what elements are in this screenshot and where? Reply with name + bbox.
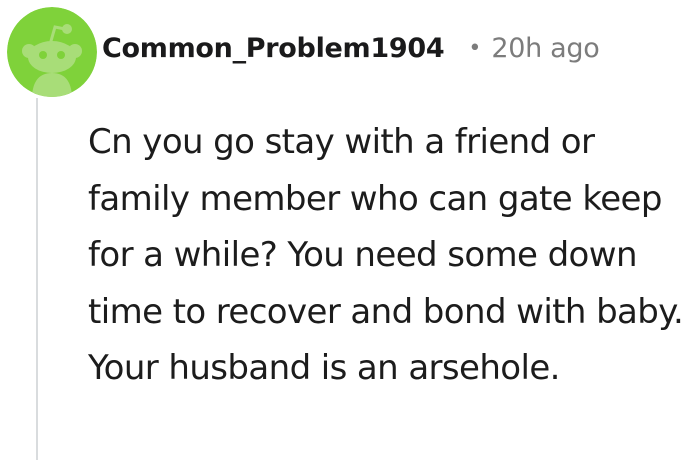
- comment-body: Cn you go stay with a friend or family m…: [88, 122, 684, 388]
- author-username[interactable]: Common_Problem1904: [102, 33, 445, 64]
- comment: Common_Problem1904 • 20h ago Cn you go s…: [0, 0, 700, 460]
- separator-dot: •: [468, 35, 482, 61]
- avatar[interactable]: [7, 7, 97, 97]
- comment-timestamp[interactable]: 20h ago: [491, 33, 599, 64]
- thread-line[interactable]: [36, 98, 38, 460]
- comment-meta: Common_Problem1904 • 20h ago: [102, 28, 600, 68]
- reddit-snoo-icon: [7, 7, 97, 97]
